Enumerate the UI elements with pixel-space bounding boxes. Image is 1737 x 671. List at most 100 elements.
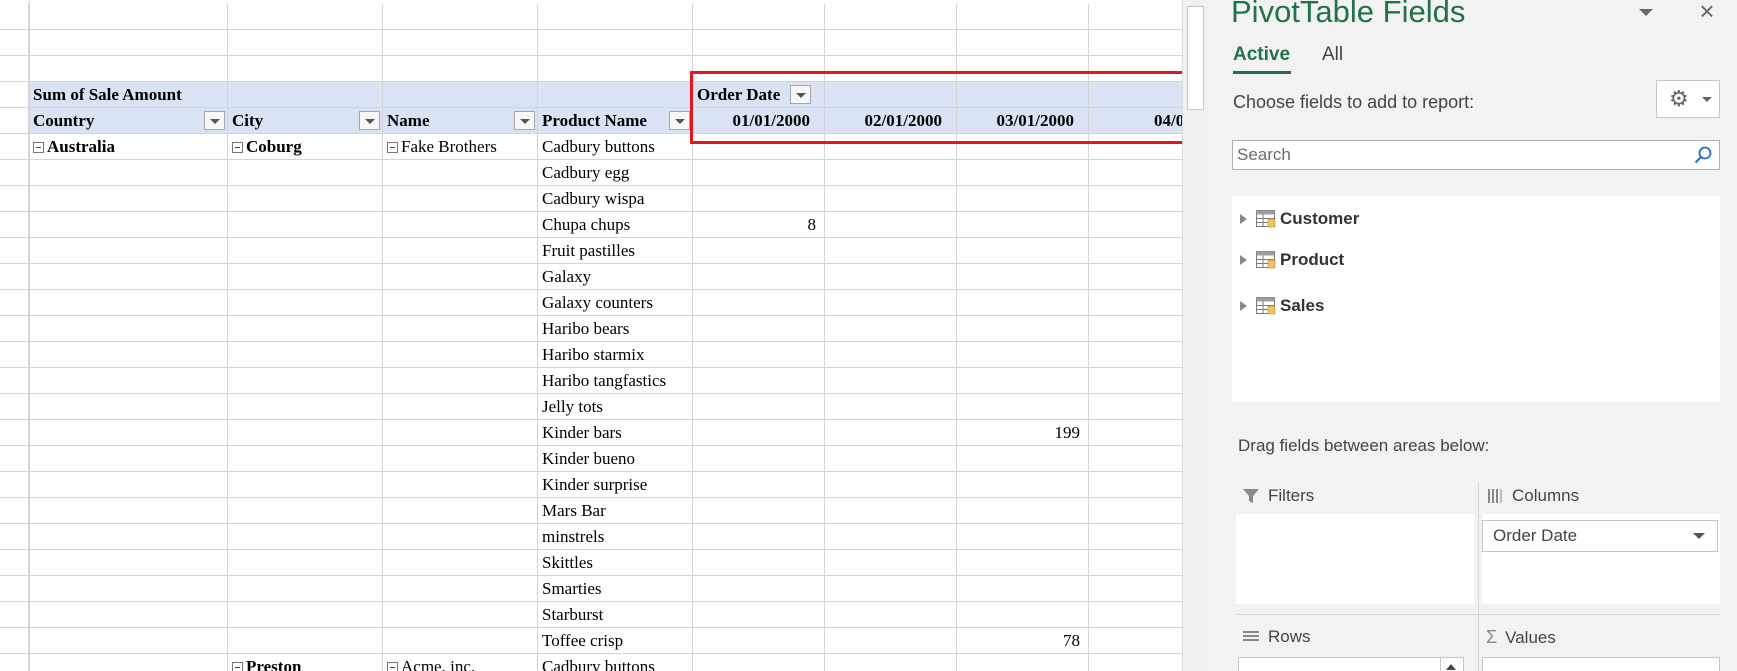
city-cell[interactable]: Preston: [228, 654, 383, 671]
value-cell[interactable]: [1089, 576, 1182, 602]
collapse-icon[interactable]: [232, 662, 243, 671]
empty-cell[interactable]: [957, 30, 1089, 56]
product-name-cell[interactable]: Haribo starmix: [538, 342, 693, 368]
value-cell[interactable]: [957, 186, 1089, 212]
name-cell[interactable]: [383, 394, 538, 420]
name-cell[interactable]: Fake Brothers: [383, 134, 538, 160]
empty-cell[interactable]: [228, 56, 383, 82]
name-cell[interactable]: [383, 628, 538, 654]
product-name-cell[interactable]: Starburst: [538, 602, 693, 628]
row-gutter[interactable]: [0, 160, 29, 186]
value-cell[interactable]: [693, 472, 825, 498]
filter-dropdown-icon[interactable]: [204, 111, 225, 130]
product-name-cell[interactable]: Smarties: [538, 576, 693, 602]
value-cell[interactable]: [957, 134, 1089, 160]
city-cell[interactable]: [228, 628, 383, 654]
city-cell[interactable]: [228, 420, 383, 446]
name-cell[interactable]: [383, 186, 538, 212]
field-label[interactable]: Customer: [1280, 209, 1359, 229]
value-cell[interactable]: [693, 368, 825, 394]
city-cell[interactable]: [228, 290, 383, 316]
name-cell[interactable]: [383, 316, 538, 342]
value-cell[interactable]: [693, 238, 825, 264]
row-gutter[interactable]: [0, 446, 29, 472]
value-cell[interactable]: [825, 212, 957, 238]
filter-dropdown-icon[interactable]: [514, 111, 535, 130]
filter-dropdown-icon[interactable]: [359, 111, 380, 130]
empty-cell[interactable]: [693, 56, 825, 82]
value-cell[interactable]: [693, 134, 825, 160]
empty-cell[interactable]: [1089, 56, 1182, 82]
value-cell[interactable]: [825, 446, 957, 472]
value-cell[interactable]: [957, 238, 1089, 264]
value-cell[interactable]: [825, 550, 957, 576]
name-cell[interactable]: [383, 550, 538, 576]
close-icon[interactable]: ×: [1692, 0, 1722, 26]
value-cell[interactable]: [957, 160, 1089, 186]
value-cell[interactable]: [1089, 290, 1182, 316]
value-cell[interactable]: [693, 394, 825, 420]
row-header-2[interactable]: Name: [383, 108, 538, 134]
row-gutter[interactable]: [0, 498, 29, 524]
value-cell[interactable]: [693, 628, 825, 654]
panel-options-chevron-down-icon[interactable]: [1635, 3, 1659, 23]
value-cell[interactable]: [1089, 134, 1182, 160]
city-cell[interactable]: [228, 550, 383, 576]
name-cell[interactable]: [383, 264, 538, 290]
row-gutter[interactable]: [0, 420, 29, 446]
name-cell[interactable]: [383, 576, 538, 602]
empty-cell[interactable]: [228, 30, 383, 56]
value-cell[interactable]: [693, 576, 825, 602]
city-cell[interactable]: [228, 472, 383, 498]
empty-cell[interactable]: [0, 4, 29, 30]
country-cell[interactable]: [29, 394, 228, 420]
header-cell[interactable]: [228, 82, 383, 108]
value-cell[interactable]: [825, 316, 957, 342]
product-name-cell[interactable]: Cadbury buttons: [538, 654, 693, 671]
row-gutter[interactable]: [0, 472, 29, 498]
value-cell[interactable]: [693, 654, 825, 671]
value-cell[interactable]: [825, 160, 957, 186]
value-cell[interactable]: [693, 446, 825, 472]
city-cell[interactable]: [228, 264, 383, 290]
value-cell[interactable]: [1089, 498, 1182, 524]
values-field[interactable]: [1482, 657, 1720, 671]
value-cell[interactable]: [1089, 420, 1182, 446]
product-name-cell[interactable]: Skittles: [538, 550, 693, 576]
value-cell[interactable]: [693, 498, 825, 524]
value-cell[interactable]: [825, 602, 957, 628]
collapse-icon[interactable]: [232, 142, 243, 153]
value-cell[interactable]: [825, 498, 957, 524]
product-name-cell[interactable]: Haribo bears: [538, 316, 693, 342]
city-cell[interactable]: [228, 576, 383, 602]
empty-cell[interactable]: [228, 4, 383, 30]
header-cell[interactable]: [0, 82, 29, 108]
city-cell[interactable]: [228, 394, 383, 420]
empty-cell[interactable]: [29, 30, 228, 56]
row-gutter[interactable]: [0, 186, 29, 212]
empty-cell[interactable]: [693, 30, 825, 56]
country-cell[interactable]: [29, 264, 228, 290]
city-cell[interactable]: [228, 342, 383, 368]
country-cell[interactable]: [29, 446, 228, 472]
search-box[interactable]: [1232, 140, 1720, 170]
scrollbar-thumb[interactable]: [1187, 6, 1204, 110]
value-cell[interactable]: 78: [957, 628, 1089, 654]
country-cell[interactable]: [29, 550, 228, 576]
product-name-cell[interactable]: Chupa chups: [538, 212, 693, 238]
value-cell[interactable]: [825, 186, 957, 212]
expand-triangle-icon[interactable]: [1240, 255, 1247, 265]
row-header-0[interactable]: Country: [29, 108, 228, 134]
header-cell[interactable]: [0, 108, 29, 134]
value-cell[interactable]: [1089, 524, 1182, 550]
value-cell[interactable]: [957, 368, 1089, 394]
name-cell[interactable]: [383, 602, 538, 628]
header-cell[interactable]: [538, 82, 693, 108]
rows-scroll-up-button[interactable]: [1440, 657, 1464, 671]
name-cell[interactable]: [383, 212, 538, 238]
value-cell[interactable]: [693, 420, 825, 446]
country-cell[interactable]: [29, 238, 228, 264]
row-gutter[interactable]: [0, 264, 29, 290]
field-item-product[interactable]: Product: [1240, 247, 1344, 273]
row-gutter[interactable]: [0, 576, 29, 602]
